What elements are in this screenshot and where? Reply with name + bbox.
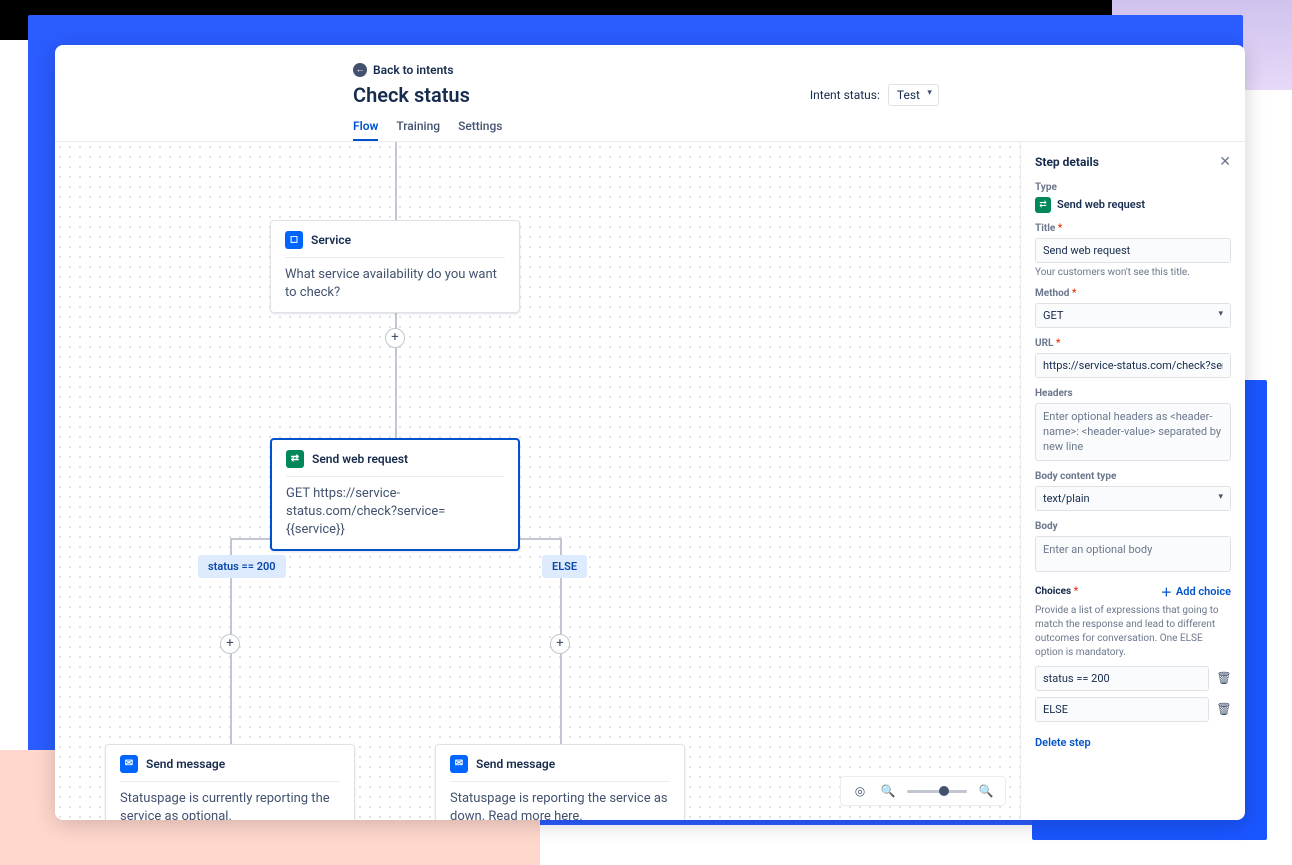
arrow-left-icon: ← — [353, 63, 367, 77]
panel-title: Step details — [1035, 155, 1099, 169]
branch-label-else[interactable]: ELSE — [542, 555, 587, 578]
node-send-message-left[interactable]: ✉ Send message Statuspage is currently r… — [105, 744, 355, 821]
node-body: Statuspage is currently reporting the se… — [120, 790, 340, 821]
body-type-label: Body content type — [1035, 471, 1231, 482]
node-body: GET https://service-status.com/check?ser… — [286, 485, 504, 540]
type-label: Type — [1035, 182, 1231, 193]
step-details-panel: Step details ✕ Type ⇄ Send web request T… — [1020, 142, 1245, 821]
node-body: What service availability do you want to… — [285, 266, 505, 302]
page-header: ← Back to intents Check status Intent st… — [55, 45, 1245, 107]
add-step-button[interactable]: + — [385, 328, 405, 348]
flow-canvas[interactable]: + status == 200 ELSE + + ◻ Service What … — [55, 142, 1020, 821]
method-select[interactable]: GET — [1035, 303, 1231, 328]
intent-status-control: Intent status: Test — [810, 84, 939, 106]
zoom-controls: ◎ 🔍 🔍 — [840, 776, 1006, 806]
add-step-button[interactable]: + — [220, 634, 240, 654]
title-input[interactable] — [1035, 238, 1231, 263]
message-icon: ✉ — [120, 755, 138, 773]
node-send-message-right[interactable]: ✉ Send message Statuspage is reporting t… — [435, 744, 685, 821]
title-hint: Your customers won't see this title. — [1035, 267, 1231, 278]
close-icon[interactable]: ✕ — [1219, 154, 1231, 170]
node-title: Send message — [476, 757, 555, 771]
body-type-select[interactable]: text/plain — [1035, 486, 1231, 511]
node-service[interactable]: ◻ Service What service availability do y… — [270, 220, 520, 313]
back-label: Back to intents — [373, 63, 454, 77]
add-choice-button[interactable]: ＋ Add choice — [1161, 584, 1231, 600]
url-input[interactable] — [1035, 353, 1231, 378]
zoom-slider[interactable] — [907, 790, 967, 793]
branch-label-status[interactable]: status == 200 — [198, 555, 286, 578]
web-request-icon: ⇄ — [286, 450, 304, 468]
page-title: Check status — [353, 83, 470, 107]
web-request-icon: ⇄ — [1035, 197, 1051, 213]
choice-input[interactable] — [1035, 666, 1209, 691]
choices-description: Provide a list of expressions that going… — [1035, 604, 1231, 660]
node-title: Send message — [146, 757, 225, 771]
app-window: ← Back to intents Check status Intent st… — [55, 45, 1245, 820]
intent-status-label: Intent status: — [810, 88, 880, 102]
title-label: Title — [1035, 223, 1231, 234]
trash-icon[interactable]: 🗑 — [1217, 702, 1231, 716]
tab-training[interactable]: Training — [396, 119, 440, 141]
headers-label: Headers — [1035, 388, 1231, 399]
choice-input[interactable] — [1035, 697, 1209, 722]
choices-label: Choices — [1035, 586, 1078, 597]
zoom-in-icon[interactable]: 🔍 — [977, 782, 995, 800]
message-icon: ✉ — [450, 755, 468, 773]
choice-row: 🗑 — [1035, 666, 1231, 691]
node-title: Send web request — [312, 452, 408, 466]
zoom-out-icon[interactable]: 🔍 — [879, 782, 897, 800]
delete-step-link[interactable]: Delete step — [1035, 736, 1091, 749]
method-label: Method — [1035, 288, 1231, 299]
body-label: Body — [1035, 521, 1231, 532]
trash-icon[interactable]: 🗑 — [1217, 671, 1231, 685]
type-value: Send web request — [1057, 198, 1145, 211]
file-icon: ◻ — [285, 231, 303, 249]
connector — [395, 300, 397, 438]
node-body: Statuspage is reporting the service as d… — [450, 790, 670, 821]
add-step-button[interactable]: + — [550, 634, 570, 654]
node-send-web-request[interactable]: ⇄ Send web request GET https://service-s… — [270, 438, 520, 552]
body: + status == 200 ELSE + + ◻ Service What … — [55, 142, 1245, 821]
tab-settings[interactable]: Settings — [458, 119, 502, 141]
node-title: Service — [311, 233, 351, 247]
url-label: URL — [1035, 338, 1231, 349]
tabs: Flow Training Settings — [55, 119, 1245, 142]
locate-icon[interactable]: ◎ — [851, 782, 869, 800]
body-input[interactable]: Enter an optional body — [1035, 536, 1231, 572]
tab-flow[interactable]: Flow — [353, 119, 378, 141]
back-to-intents-link[interactable]: ← Back to intents — [353, 63, 454, 77]
connector — [395, 142, 397, 220]
choice-row: 🗑 — [1035, 697, 1231, 722]
headers-input[interactable]: Enter optional headers as <header-name>:… — [1035, 403, 1231, 461]
intent-status-select[interactable]: Test — [888, 84, 939, 106]
